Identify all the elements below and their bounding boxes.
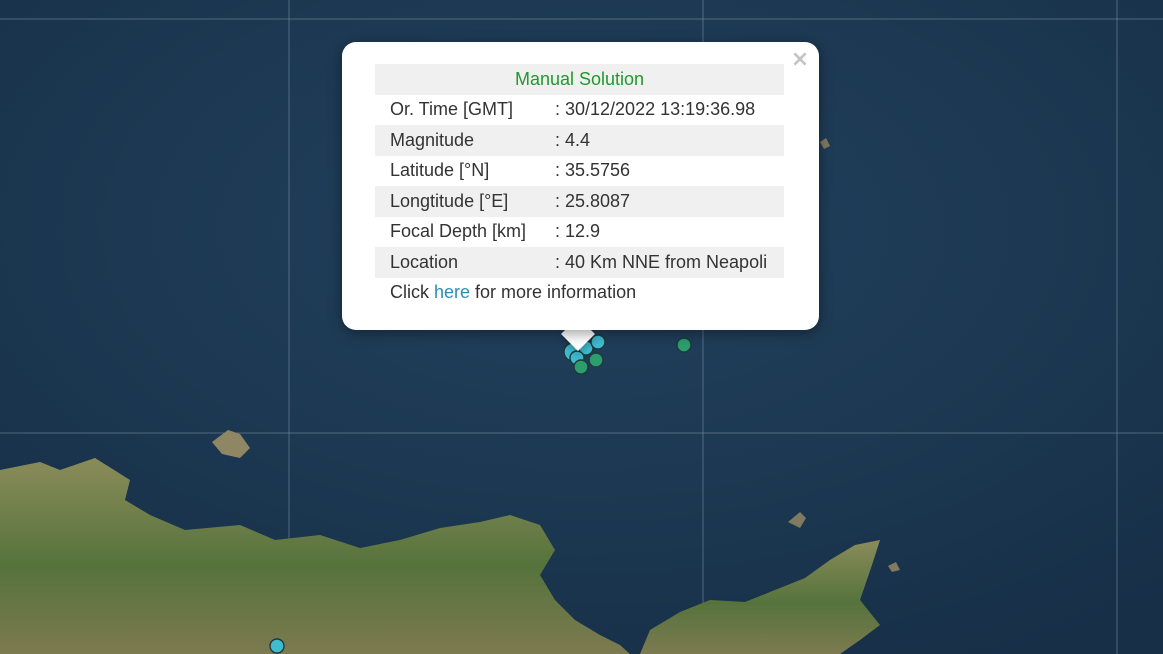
more-info-suffix: for more information bbox=[470, 282, 637, 303]
event-marker[interactable] bbox=[269, 638, 285, 654]
origin-time-value: : 30/12/2022 13:19:36.98 bbox=[555, 99, 756, 120]
event-details-table: Manual Solution Or. Time [GMT] : 30/12/2… bbox=[375, 64, 784, 308]
event-marker[interactable] bbox=[588, 352, 604, 368]
origin-time-label: Or. Time [GMT] bbox=[390, 99, 514, 120]
event-marker[interactable] bbox=[573, 359, 589, 375]
location-label: Location bbox=[375, 247, 555, 278]
event-marker[interactable] bbox=[590, 334, 606, 350]
location-value: : 40 Km NNE from Neapoli bbox=[555, 247, 784, 278]
more-info-link[interactable]: here bbox=[434, 282, 470, 302]
earthquake-info-popup: × Manual Solution Or. Time [GMT] : 30/12… bbox=[342, 42, 819, 330]
magnitude-value: : 4.4 bbox=[555, 125, 784, 156]
latitude-value: : 35.5756 bbox=[555, 160, 631, 181]
focal-depth-value: : 12.9 bbox=[555, 221, 601, 242]
event-marker[interactable] bbox=[676, 337, 692, 353]
latitude-label: Latitude [°N] bbox=[390, 160, 490, 181]
focal-depth-label: Focal Depth [km] bbox=[390, 221, 527, 242]
magnitude-label: Magnitude bbox=[375, 125, 555, 156]
popup-title: Manual Solution bbox=[375, 64, 784, 95]
more-info-line: Click here for more information bbox=[375, 278, 784, 309]
close-popup-button[interactable]: × bbox=[790, 48, 810, 72]
longitude-label: Longtitude [°E] bbox=[375, 186, 555, 217]
longitude-value: : 25.8087 bbox=[555, 186, 784, 217]
more-info-prefix: Click bbox=[390, 282, 434, 303]
